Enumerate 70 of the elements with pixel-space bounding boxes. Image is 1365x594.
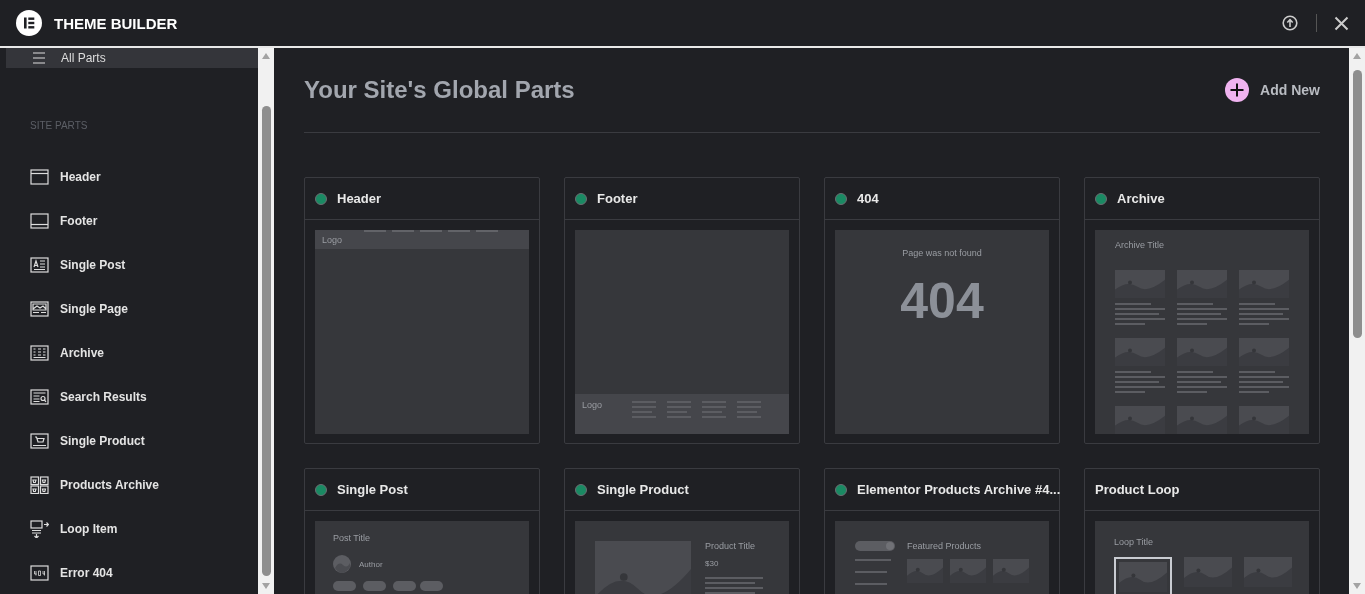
template-card[interactable]: Single Post Post Title Author — [304, 468, 540, 594]
sidebar-item[interactable]: Single Page — [30, 296, 129, 322]
card-title: Single Post — [337, 482, 408, 497]
error-icon — [30, 564, 49, 582]
page-title: Your Site's Global Parts — [304, 76, 575, 104]
app-title: THEME BUILDER — [54, 14, 178, 32]
sidebar-item[interactable]: Archive — [30, 340, 105, 366]
close-icon[interactable] — [1334, 15, 1349, 31]
card-title: Archive — [1117, 191, 1165, 206]
card-title: Product Loop — [1095, 482, 1180, 497]
loop-icon — [30, 520, 49, 538]
preview-title: Featured Products — [907, 541, 983, 551]
page-icon — [30, 300, 49, 318]
preview-text: Author — [359, 559, 383, 569]
text-lines-drawing — [1239, 302, 1289, 326]
sidebar-item[interactable]: Footer — [30, 208, 98, 234]
text-lines-drawing — [1177, 370, 1227, 394]
sidebar-item[interactable]: Single Product — [30, 428, 145, 454]
avatar-icon — [333, 555, 351, 573]
section-heading: SITE PARTS — [30, 120, 89, 132]
post-icon — [30, 256, 49, 274]
template-card[interactable]: Product Loop Loop Title — [1084, 468, 1320, 594]
logo-text: Logo — [582, 400, 603, 410]
template-card[interactable]: Elementor Products Archive #4... Featured Products — [824, 468, 1060, 594]
scrollbar[interactable] — [258, 48, 274, 594]
card-title: Single Product — [597, 482, 689, 497]
price-text: $30 — [705, 559, 720, 568]
logo-text: Logo — [322, 234, 343, 245]
grid-icon — [30, 344, 49, 362]
card-title: 404 — [857, 191, 879, 206]
add-new-button[interactable]: Add New — [1225, 78, 1320, 102]
search-results-icon — [30, 388, 49, 406]
sidebar-item[interactable]: Error 404 — [30, 560, 113, 586]
card-title: Header — [337, 191, 382, 206]
error-code: 404 — [900, 272, 984, 330]
plus-icon — [1225, 78, 1250, 102]
header-layout-icon — [30, 168, 49, 186]
template-card[interactable]: Header Logo — [304, 177, 540, 444]
toggle-drawing — [855, 541, 895, 551]
sidebar-item[interactable]: Header — [30, 164, 101, 190]
template-card[interactable]: Archive Archive Title — [1084, 177, 1320, 444]
text-lines-drawing — [1177, 302, 1227, 326]
card-title: Footer — [597, 191, 638, 206]
scrollbar[interactable] — [1349, 48, 1365, 594]
template-card[interactable]: Single Product Product Title $30 — [564, 468, 800, 594]
sidebar-item[interactable]: Loop Item — [30, 516, 118, 542]
preview-title: Post Title — [333, 533, 371, 543]
preview-title: Archive Title — [1115, 240, 1166, 250]
card-title: Elementor Products Archive #4... — [857, 482, 1061, 497]
text-lines-drawing — [705, 576, 763, 594]
footer-layout-icon — [30, 212, 49, 230]
sidebar-item[interactable]: Products Archive — [30, 472, 159, 498]
preview-title: Product Title — [705, 541, 757, 551]
preview-title: Loop Title — [1114, 537, 1155, 547]
sidebar-item[interactable]: Search Results — [30, 384, 147, 410]
image-placeholder — [1177, 406, 1227, 434]
sidebar-item[interactable]: All Parts — [6, 48, 258, 68]
upload-icon[interactable] — [1282, 15, 1298, 31]
template-card[interactable]: Footer Logo — [564, 177, 800, 444]
image-placeholder — [1115, 406, 1165, 434]
text-lines-drawing — [1115, 302, 1165, 326]
template-card[interactable]: 404 Page was not found 404 — [824, 177, 1060, 444]
image-placeholder — [1239, 406, 1289, 434]
logo-icon — [16, 10, 42, 36]
preview-text: Page was not found — [902, 248, 982, 258]
cart-icon — [30, 432, 49, 450]
sidebar-item[interactable]: Single Post — [30, 252, 126, 278]
product-grid-icon — [30, 476, 49, 494]
text-lines-drawing — [1115, 370, 1165, 394]
text-lines-drawing — [1239, 370, 1289, 394]
